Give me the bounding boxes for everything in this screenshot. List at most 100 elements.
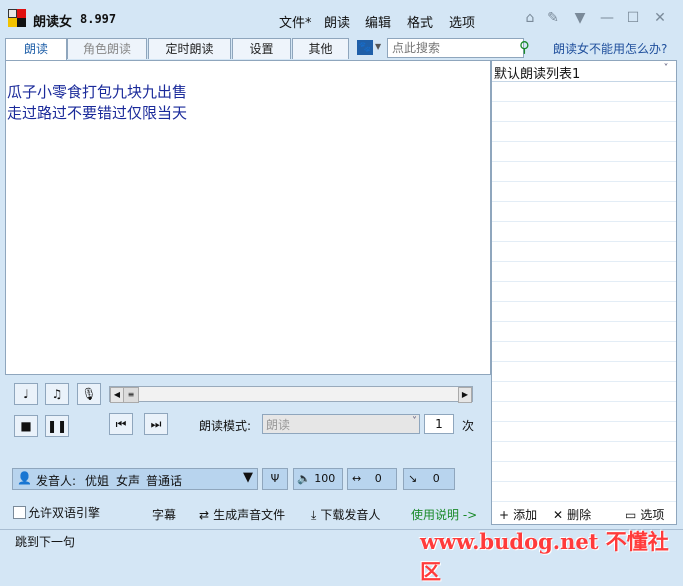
next-sentence-button[interactable]: ⏭ [144,413,168,435]
speaker-label: 发音人: [36,474,77,488]
playlist-row [492,462,676,482]
search-icon[interactable]: ⚲ [519,38,530,56]
text-line: 走过路过不要错过仅限当天 [7,104,188,122]
person-icon: 👤 [17,471,32,485]
speed-arrows-icon: ↔ [352,472,362,485]
playlist-row [492,322,676,342]
read-mode-label: 朗读模式: [199,419,252,433]
scroll-thumb[interactable]: ≡ [123,387,139,403]
repeat-unit-label: 次 [462,419,475,433]
volume-control[interactable]: 🔈 100 [293,468,343,490]
speaker-language: 普通话 [146,474,183,488]
watermark: www.budog.net 不懂社区 [420,529,669,584]
maximize-icon[interactable]: ☐ [624,9,642,27]
close-icon[interactable]: ✕ [651,9,669,27]
read-mode-select[interactable]: 朗读 ˅ [262,414,420,434]
speaker-volume-icon: 🔈 [297,472,311,485]
tab-role-read[interactable]: 角色朗读 [67,38,147,59]
subtitles-button[interactable]: 字幕 [152,506,176,523]
tools-icon[interactable]: ✎ [544,9,562,27]
dual-engine-label: 允许双语引擎 [28,506,101,520]
close-icon: ✕ [553,508,564,522]
playlist-selector[interactable]: 默认朗读列表1 ˅ [492,61,676,82]
download-voice-button[interactable]: ⤓ 下载发音人 [311,506,380,523]
download-icon: ⤓ [311,508,317,522]
plus-icon: + [499,508,510,522]
chevron-down-icon[interactable]: ▼ [243,470,253,485]
stop-button[interactable]: ■ [14,415,38,437]
repeat-count-input[interactable]: 1 [424,414,454,434]
tab-timed-read[interactable]: 定时朗读 [148,38,231,59]
speaker-name: 优姐 [85,474,110,488]
playlist-row [492,402,676,422]
delete-label: 删除 [567,508,592,522]
playlist-row [492,382,676,402]
menu-format[interactable]: 格式 [407,12,433,31]
pitch-control[interactable]: ↘ 0 [403,468,455,490]
pause-button[interactable]: ❚❚ [45,415,69,437]
tab-settings[interactable]: 设置 [232,38,291,59]
playlist-row [492,162,676,182]
playlist-row [492,282,676,302]
help-link[interactable]: 朗读女不能用怎么办? [553,40,667,57]
playlist-title: 默认朗读列表1 [494,67,581,82]
dual-engine-checkbox[interactable]: 允许双语引擎 [13,504,100,521]
previous-sentence-button[interactable]: ⏮ [109,413,133,435]
playlist-row [492,82,676,102]
background-music-icon[interactable]: ♫ [45,383,69,405]
speed-control[interactable]: ↔ 0 [347,468,397,490]
scroll-left-icon[interactable]: ◀ [110,387,124,403]
speaker-select[interactable]: 👤 发音人: 优姐 女声 普通话 ▼ [12,468,258,490]
tab-other[interactable]: 其他 [292,38,349,59]
playlist-row [492,362,676,382]
playlist-row [492,342,676,362]
playlist-panel: 默认朗读列表1 ˅ [491,60,677,525]
playlist-row [492,242,676,262]
add-label: 添加 [513,508,538,522]
pitch-icon: ↘ [408,472,418,485]
text-editor[interactable]: 瓜子小零食打包九块九出售 走过路过不要错过仅限当天 [5,60,491,375]
home-icon[interactable]: ⌂ [521,9,539,27]
convert-icon: ⇄ [199,508,210,522]
playlist-row [492,442,676,462]
generate-audio-label: 生成声音文件 [213,508,286,522]
engine-dropdown-icon[interactable]: ▼ [375,42,381,51]
music-note-icon[interactable]: ♩ [14,383,38,405]
voice-engine-icon[interactable]: Ψ [262,468,288,490]
tab-read[interactable]: 朗读 [5,38,67,60]
checkbox-box[interactable] [13,506,26,519]
playlist-row [492,102,676,122]
playlist-row [492,422,676,442]
instructions-link[interactable]: 使用说明 -> [411,506,477,523]
menu-file[interactable]: 文件* [279,12,312,31]
minimize-icon[interactable]: — [598,9,616,27]
chevron-down-icon[interactable]: ˅ [659,63,673,77]
status-text: 跳到下一句 [15,535,76,549]
generate-audio-button[interactable]: ⇄ 生成声音文件 [199,506,285,523]
playlist-options-button[interactable]: ▭ 选项 [625,506,664,523]
window-icon: ▭ [625,508,637,522]
menu-edit[interactable]: 编辑 [365,12,391,31]
delete-button[interactable]: ✕ 删除 [553,506,591,523]
playlist-row [492,142,676,162]
playlist-options-label: 选项 [640,508,665,522]
playlist-row [492,222,676,242]
progress-scrollbar[interactable]: ◀ ≡ ▶ [109,386,473,403]
text-line: 瓜子小零食打包九块九出售 [7,83,188,101]
read-mode-value: 朗读 [266,418,291,432]
skin-icon[interactable]: ▼ [571,9,589,27]
paw-search-engine-icon[interactable]: 🐾 [357,40,373,55]
menu-read[interactable]: 朗读 [324,12,350,31]
pitch-value: 0 [432,472,440,485]
add-button[interactable]: + 添加 [499,506,537,523]
volume-value: 100 [314,472,336,485]
download-voice-label: 下载发音人 [320,508,381,522]
app-logo-icon [8,9,26,27]
menu-options[interactable]: 选项 [449,12,475,31]
microphone-icon[interactable]: 🎙 [77,383,101,405]
app-title: 朗读女 [33,15,73,30]
chevron-down-icon[interactable]: ˅ [412,416,417,427]
scroll-right-icon[interactable]: ▶ [458,387,472,403]
playlist-row [492,182,676,202]
search-input[interactable] [387,38,524,58]
